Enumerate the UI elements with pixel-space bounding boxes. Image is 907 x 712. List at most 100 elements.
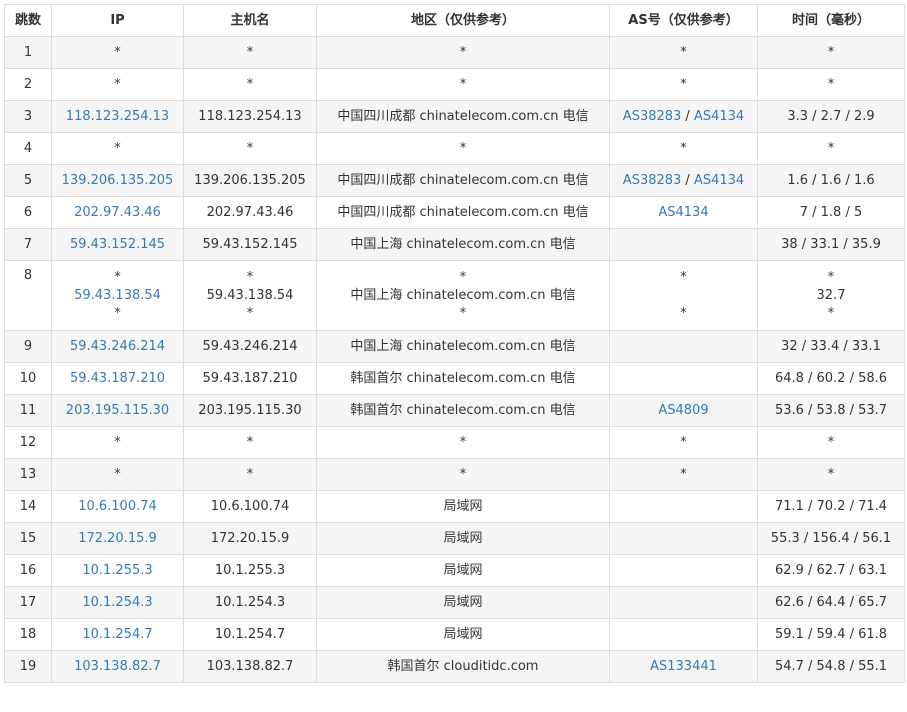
region-cell: * [316, 68, 610, 101]
ip-link[interactable]: 118.123.254.13 [66, 109, 169, 124]
region-value: * [459, 466, 467, 482]
ip-value: * [114, 305, 121, 321]
hostname-value: 59.43.246.214 [202, 338, 298, 354]
region-value: * [459, 140, 467, 156]
ip-cell: 103.138.82.7 [51, 650, 184, 683]
region-cell: 局域网 [316, 522, 610, 555]
ip-value[interactable]: 59.43.138.54 [54, 287, 181, 305]
ip-link[interactable]: 139.206.135.205 [62, 173, 174, 188]
hop-cell: 12 [4, 426, 52, 459]
as-number-link[interactable]: AS38283 [623, 173, 682, 188]
as-number-link[interactable]: AS4809 [658, 403, 708, 418]
ip-link[interactable]: 10.1.255.3 [82, 563, 152, 578]
ip-link[interactable]: 59.43.246.214 [70, 339, 165, 354]
traceroute-table: 跳数 IP 主机名 地区（仅供参考） AS号（仅供参考） 时间（毫秒） 1 * * *… [4, 4, 905, 683]
ip-cell: * [51, 426, 184, 459]
hop-cell: 11 [4, 394, 52, 427]
as-number-link[interactable]: AS4134 [694, 173, 744, 188]
table-row: 7 59.43.152.145 59.43.152.145 中国上海 chinatel… [4, 228, 905, 261]
as-number-link[interactable]: AS38283 [623, 109, 682, 124]
ip-link: * [114, 44, 121, 60]
time-cell: 7 / 1.8 / 5 [757, 196, 905, 229]
ip-cell: 139.206.135.205 [51, 164, 184, 197]
hop-cell: 19 [4, 650, 52, 683]
as-number-link[interactable]: AS4134 [694, 109, 744, 124]
ip-link[interactable]: 10.6.100.74 [78, 499, 157, 514]
time-cell: 64.8 / 60.2 / 58.6 [757, 362, 905, 395]
traceroute-rows: 1 * * * * * 2 * * * * * 3 118.123.254.13 118.123.254.1… [4, 36, 905, 683]
hostname-value: 59.43.138.54 [206, 287, 294, 303]
region-value: 韩国首尔 chinatelecom.com.cn 电信 [350, 402, 576, 418]
region-value: 局域网 [443, 594, 483, 610]
as-cell [609, 522, 758, 555]
hostname-cell: 10.1.255.3 [183, 554, 317, 587]
header-hop: 跳数 [4, 4, 52, 37]
time-value: 64.8 / 60.2 / 58.6 [774, 370, 888, 386]
ip-link[interactable]: 203.195.115.30 [66, 403, 169, 418]
region-cell: 中国四川成都 chinatelecom.com.cn 电信 [316, 196, 610, 229]
hostname-cell: 10.1.254.7 [183, 618, 317, 651]
hostname-value: * [246, 269, 254, 285]
as-number-link[interactable]: AS133441 [650, 659, 717, 674]
region-cell: 局域网 [316, 618, 610, 651]
region-cell: 局域网 [316, 554, 610, 587]
ip-cell: 59.43.152.145 [51, 228, 184, 261]
table-header-row: 跳数 IP 主机名 地区（仅供参考） AS号（仅供参考） 时间（毫秒） [4, 4, 905, 37]
as-cell: * * [609, 260, 758, 331]
table-row: 5 139.206.135.205 139.206.135.205 中国四川成都 ch… [4, 164, 905, 197]
hostname-value: 103.138.82.7 [206, 658, 294, 674]
ip-link[interactable]: 202.97.43.46 [74, 205, 161, 220]
hostname-value: 172.20.15.9 [210, 530, 290, 546]
ip-cell: 202.97.43.46 [51, 196, 184, 229]
hostname-value: 202.97.43.46 [206, 204, 294, 220]
as-cell: AS4134 [609, 196, 758, 229]
ip-link[interactable]: 172.20.15.9 [78, 531, 157, 546]
ip-link[interactable]: 59.43.187.210 [70, 371, 165, 386]
hostname-cell: * 59.43.138.54 * [183, 260, 317, 331]
time-cell: 53.6 / 53.8 / 53.7 [757, 394, 905, 427]
time-value: * [827, 305, 835, 321]
table-row: 3 118.123.254.13 118.123.254.13 中国四川成都 chin… [4, 100, 905, 133]
as-value: * [680, 140, 687, 156]
time-value: 53.6 / 53.8 / 53.7 [774, 402, 888, 418]
ip-link[interactable]: 103.138.82.7 [74, 659, 161, 674]
hop-number: 8 [23, 268, 33, 283]
table-row: 19 103.138.82.7 103.138.82.7 韩国首尔 clouditid… [4, 650, 905, 683]
hop-number: 17 [19, 594, 37, 610]
ip-link[interactable]: 59.43.152.145 [70, 237, 165, 252]
hop-number: 12 [19, 434, 37, 450]
table-row: 8 * 59.43.138.54 * * 59.43.138.54 * * 中国上海 china… [4, 260, 905, 331]
as-cell [609, 554, 758, 587]
as-number-link[interactable]: AS4134 [658, 205, 708, 220]
time-cell: 62.9 / 62.7 / 63.1 [757, 554, 905, 587]
hostname-cell: 59.43.246.214 [183, 330, 317, 363]
hostname-value: 139.206.135.205 [194, 172, 306, 188]
ip-cell: * [51, 458, 184, 491]
as-value: * [680, 44, 687, 60]
table-row: 17 10.1.254.3 10.1.254.3 局域网 62.6 / 64.4 / 6… [4, 586, 905, 619]
hostname-value: 203.195.115.30 [198, 402, 302, 418]
hop-number: 9 [23, 338, 33, 354]
ip-link[interactable]: 10.1.254.3 [82, 595, 152, 610]
region-cell: 局域网 [316, 490, 610, 523]
as-cell [609, 490, 758, 523]
hop-number: 11 [19, 402, 37, 418]
table-row: 14 10.6.100.74 10.6.100.74 局域网 71.1 / 70.2 /… [4, 490, 905, 523]
hostname-cell: * [183, 458, 317, 491]
region-value: 中国上海 chinatelecom.com.cn 电信 [350, 287, 576, 303]
hop-cell: 18 [4, 618, 52, 651]
as-cell: AS38283 / AS4134 [609, 100, 758, 133]
header-as-number: AS号（仅供参考） [609, 4, 758, 37]
ip-cell: 118.123.254.13 [51, 100, 184, 133]
hostname-cell: 202.97.43.46 [183, 196, 317, 229]
time-cell: * [757, 36, 905, 69]
as-value: * [680, 305, 687, 321]
hop-cell: 9 [4, 330, 52, 363]
table-row: 13 * * * * * [4, 458, 905, 491]
time-value: 32 / 33.4 / 33.1 [781, 338, 881, 354]
time-cell: 59.1 / 59.4 / 61.8 [757, 618, 905, 651]
time-cell: * [757, 68, 905, 101]
hop-cell: 14 [4, 490, 52, 523]
ip-link[interactable]: 10.1.254.7 [82, 627, 152, 642]
region-value: 中国上海 chinatelecom.com.cn 电信 [350, 338, 576, 354]
